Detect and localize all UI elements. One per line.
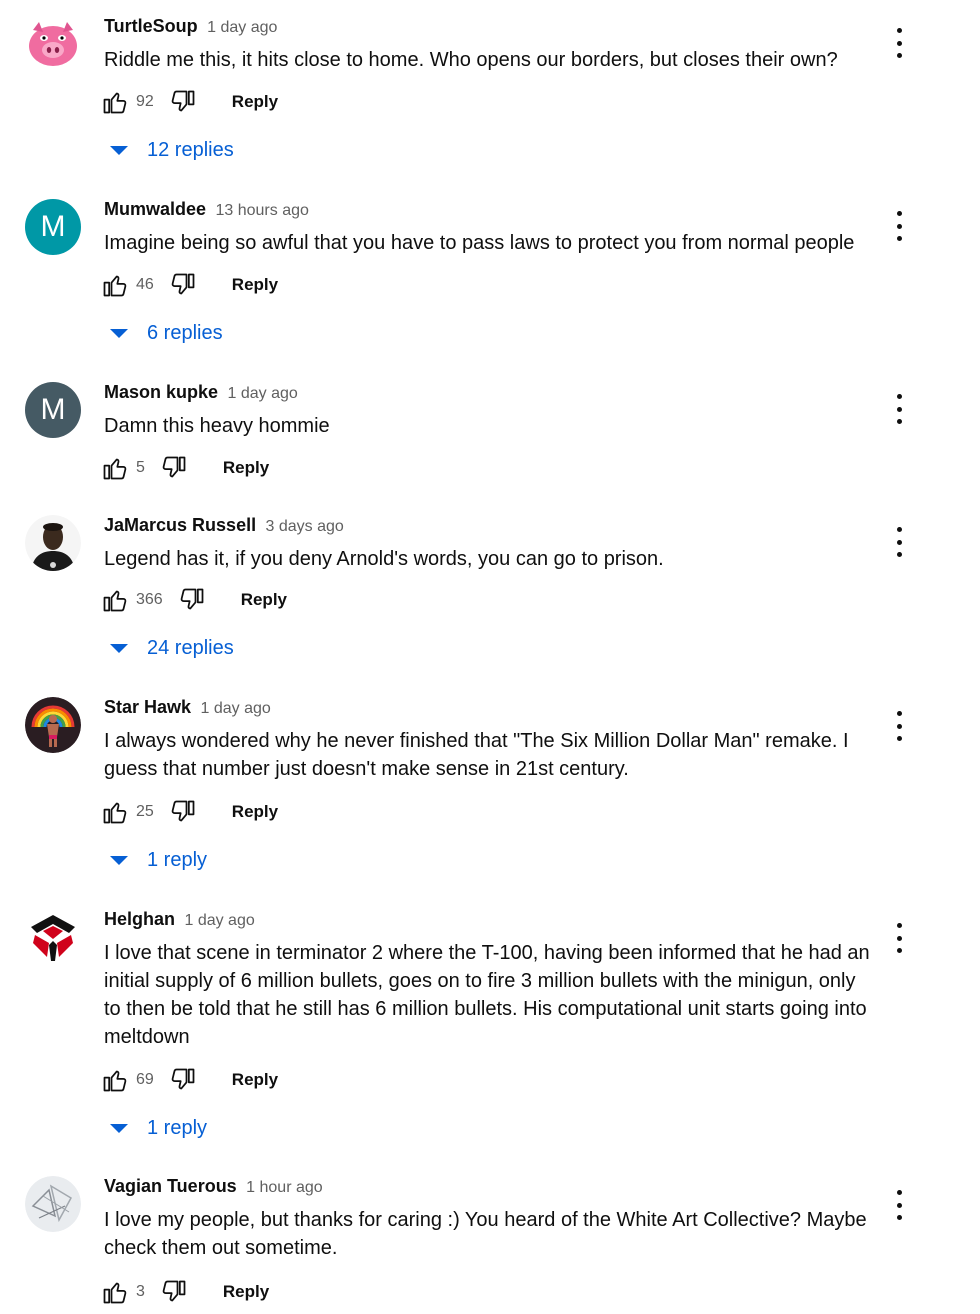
- avatar[interactable]: [25, 16, 81, 72]
- like-count: 3: [136, 1283, 145, 1300]
- reply-button[interactable]: Reply: [232, 1070, 278, 1090]
- comment-header: Vagian Tuerous 1 hour ago: [104, 1176, 323, 1197]
- avatar[interactable]: [25, 1176, 81, 1232]
- more-vert-icon[interactable]: [890, 28, 908, 58]
- more-vert-icon[interactable]: [890, 527, 908, 557]
- rainbow-figure-avatar-icon: [25, 697, 81, 753]
- thumbs-up-icon[interactable]: [100, 1277, 130, 1307]
- timestamp[interactable]: 13 hours ago: [215, 202, 308, 219]
- caret-down-icon: [110, 855, 128, 865]
- comment-actions: 5 Reply: [100, 450, 269, 486]
- more-vert-icon[interactable]: [890, 711, 908, 741]
- timestamp[interactable]: 1 hour ago: [246, 1179, 323, 1196]
- author-name[interactable]: Star Hawk: [104, 697, 191, 717]
- comment-header: TurtleSoup 1 day ago: [104, 16, 277, 37]
- comment-text: Imagine being so awful that you have to …: [104, 232, 855, 254]
- avatar[interactable]: M: [25, 199, 81, 255]
- timestamp[interactable]: 1 day ago: [207, 19, 277, 36]
- avatar-letter: M: [40, 210, 66, 243]
- comment-header: Mumwaldee 13 hours ago: [104, 199, 309, 220]
- thumbs-down-icon[interactable]: [168, 87, 198, 117]
- replies-count: 6 replies: [147, 321, 223, 344]
- view-replies-button[interactable]: 1 reply: [110, 844, 207, 876]
- comment-header: JaMarcus Russell 3 days ago: [104, 515, 344, 536]
- avatar[interactable]: [25, 909, 81, 965]
- thumbs-up-icon[interactable]: [100, 270, 130, 300]
- reply-button[interactable]: Reply: [241, 590, 287, 610]
- avatar-letter: M: [40, 393, 66, 426]
- thumbs-up-icon[interactable]: [100, 453, 130, 483]
- avatar[interactable]: [25, 515, 81, 571]
- comment-header: Helghan 1 day ago: [104, 909, 255, 930]
- helghast-logo-avatar-icon: [25, 909, 81, 965]
- sketch-avatar-icon: [25, 1176, 81, 1232]
- thumbs-up-icon[interactable]: [100, 87, 130, 117]
- comment-actions: 46 Reply: [100, 267, 278, 303]
- reply-button[interactable]: Reply: [223, 1282, 269, 1302]
- comment-text: Riddle me this, it hits close to home. W…: [104, 49, 838, 71]
- replies-count: 12 replies: [147, 138, 234, 161]
- caret-down-icon: [110, 643, 128, 653]
- thumbs-down-icon[interactable]: [159, 453, 189, 483]
- replies-count: 1 reply: [147, 1116, 208, 1139]
- comment-actions: 25 Reply: [100, 794, 278, 830]
- author-name[interactable]: Mumwaldee: [104, 199, 206, 219]
- thumbs-up-icon[interactable]: [100, 585, 130, 615]
- comment-actions: 366 Reply: [100, 582, 287, 618]
- reply-button[interactable]: Reply: [232, 92, 278, 112]
- thumbs-down-icon[interactable]: [159, 1277, 189, 1307]
- comment-text: Damn this heavy hommie: [104, 415, 330, 437]
- avatar[interactable]: M: [25, 382, 81, 438]
- thumbs-down-icon[interactable]: [168, 270, 198, 300]
- timestamp[interactable]: 3 days ago: [266, 518, 344, 535]
- caret-down-icon: [110, 1123, 128, 1133]
- comment-actions: 3 Reply: [100, 1274, 269, 1310]
- replies-count: 1 reply: [147, 848, 208, 871]
- thumbs-up-icon[interactable]: [100, 797, 130, 827]
- view-replies-button[interactable]: 1 reply: [110, 1112, 207, 1144]
- reply-button[interactable]: Reply: [232, 802, 278, 822]
- author-name[interactable]: Vagian Tuerous: [104, 1176, 237, 1196]
- like-count: 69: [136, 1071, 154, 1088]
- more-vert-icon[interactable]: [890, 211, 908, 241]
- caret-down-icon: [110, 328, 128, 338]
- reply-button[interactable]: Reply: [232, 275, 278, 295]
- author-name[interactable]: JaMarcus Russell: [104, 515, 256, 535]
- thumbs-down-icon[interactable]: [168, 1065, 198, 1095]
- replies-count: 24 replies: [147, 636, 234, 659]
- comment-header: Mason kupke 1 day ago: [104, 382, 298, 403]
- thumbs-up-icon[interactable]: [100, 1065, 130, 1095]
- caret-down-icon: [110, 145, 128, 155]
- like-count: 92: [136, 93, 154, 110]
- comment-text: I love my people, but thanks for caring …: [104, 1209, 867, 1259]
- timestamp[interactable]: 1 day ago: [201, 700, 271, 717]
- like-count: 46: [136, 276, 154, 293]
- pink-pig-avatar-icon: [25, 16, 81, 72]
- comment-actions: 92 Reply: [100, 84, 278, 120]
- avatar[interactable]: [25, 697, 81, 753]
- like-count: 366: [136, 591, 163, 608]
- author-name[interactable]: Helghan: [104, 909, 175, 929]
- person-photo-avatar-icon: [25, 515, 81, 571]
- thumbs-down-icon[interactable]: [168, 797, 198, 827]
- comment-actions: 69 Reply: [100, 1062, 278, 1098]
- timestamp[interactable]: 1 day ago: [184, 912, 254, 929]
- reply-button[interactable]: Reply: [223, 458, 269, 478]
- view-replies-button[interactable]: 24 replies: [110, 632, 234, 664]
- more-vert-icon[interactable]: [890, 923, 908, 953]
- comment-header: Star Hawk 1 day ago: [104, 697, 271, 718]
- more-vert-icon[interactable]: [890, 394, 908, 424]
- comment-text: Legend has it, if you deny Arnold's word…: [104, 548, 664, 570]
- thumbs-down-icon[interactable]: [177, 585, 207, 615]
- timestamp[interactable]: 1 day ago: [227, 385, 297, 402]
- view-replies-button[interactable]: 6 replies: [110, 317, 223, 349]
- more-vert-icon[interactable]: [890, 1190, 908, 1220]
- like-count: 5: [136, 459, 145, 476]
- author-name[interactable]: TurtleSoup: [104, 16, 198, 36]
- like-count: 25: [136, 803, 154, 820]
- comment-text: I always wondered why he never finished …: [104, 730, 849, 780]
- author-name[interactable]: Mason kupke: [104, 382, 218, 402]
- comment-text: I love that scene in terminator 2 where …: [104, 942, 870, 1048]
- view-replies-button[interactable]: 12 replies: [110, 134, 234, 166]
